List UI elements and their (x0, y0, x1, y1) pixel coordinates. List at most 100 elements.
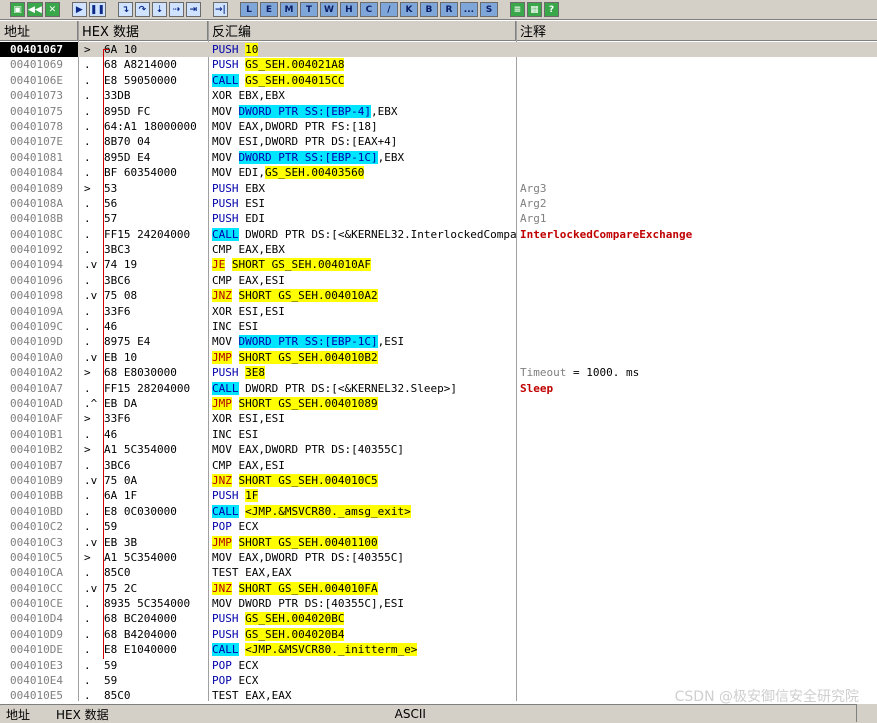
window-button-r[interactable]: R (439, 2, 458, 17)
disassembly-row[interactable]: 00401081. 895D E4 MOV DWORD PTR SS:[EBP-1… (0, 150, 877, 165)
restart-icon[interactable]: ◀◀ (27, 2, 43, 17)
row-comment (516, 504, 877, 519)
disassembly-token: PUSH (212, 58, 239, 72)
window-button-b[interactable]: B (419, 2, 438, 17)
window-button-m[interactable]: M (279, 2, 298, 17)
header-disassembly[interactable]: 反汇编 (208, 21, 516, 40)
disassembly-row[interactable]: 004010C5 > A1 5C354000 MOV EAX,DWORD PTR D… (0, 550, 877, 565)
disassembly-row[interactable]: 0040109A. 33F6 XOR ESI,ESI (0, 304, 877, 319)
window-button-slash[interactable]: / (379, 2, 398, 17)
disassembly-row[interactable]: 004010DE. E8 E1040000 CALL <JMP.&MSVCR80.… (0, 642, 877, 657)
row-comment (516, 550, 877, 565)
dump-header-ascii[interactable]: ASCII (389, 707, 426, 721)
window-button-more[interactable]: ... (459, 2, 478, 17)
disassembly-row[interactable]: 0040108B. 57 PUSH EDI Arg1 (0, 211, 877, 226)
disassembly-row[interactable]: 0040106E. E8 59050000 CALL GS_SEH.004015C… (0, 73, 877, 88)
row-jump-marker: > (84, 43, 91, 56)
window-button-h[interactable]: H (339, 2, 358, 17)
row-disassembly: MOV EAX,DWORD PTR DS:[40355C] (208, 442, 516, 457)
trace-into-icon[interactable]: ⇣ (151, 2, 167, 17)
disassembly-row[interactable]: 0040107E. 8B70 04 MOV ESI,DWORD PTR DS:[E… (0, 134, 877, 149)
list-icon[interactable]: ≡ (509, 2, 525, 17)
disassembly-row[interactable]: 004010A7. FF15 28204000 CALL DWORD PTR DS… (0, 381, 877, 396)
disassembly-row[interactable]: 004010B9 .v 75 0A JNZ SHORT GS_SEH.004010C5 (0, 473, 877, 488)
dump-header-address[interactable]: 地址 (0, 706, 30, 723)
disassembly-row[interactable]: 00401094 .v 74 19 JE SHORT GS_SEH.004010AF (0, 257, 877, 272)
disassembly-row[interactable]: 004010D9. 68 B4204000 PUSH GS_SEH.004020B… (0, 627, 877, 642)
dump-header-hex[interactable]: HEX 数据 (50, 706, 109, 723)
goto-icon[interactable]: →| (212, 2, 228, 17)
open-icon[interactable]: ▣ (10, 2, 25, 17)
disassembly-row[interactable]: 004010D4. 68 BC204000 PUSH GS_SEH.004020B… (0, 611, 877, 626)
grid-icon[interactable]: ▦ (526, 2, 542, 17)
step-into-icon[interactable]: ↴ (117, 2, 133, 17)
row-jump-marker: . (84, 273, 91, 287)
disassembly-row[interactable]: 00401092. 3BC3 CMP EAX,EBX (0, 242, 877, 257)
disassembly-row[interactable]: 004010A0 .v EB 10 JMP SHORT GS_SEH.004010B2 (0, 350, 877, 365)
disassembly-token: MOV EAX,DWORD PTR FS:[18] (212, 119, 378, 133)
disassembly-row[interactable]: 004010BB. 6A 1F PUSH 1F (0, 488, 877, 503)
disassembly-token: PUSH (212, 212, 239, 226)
disassembly-row[interactable]: 004010C3 .v EB 3B JMP SHORT GS_SEH.00401100 (0, 535, 877, 550)
disassembly-row[interactable]: 00401069. 68 A8214000 PUSH GS_SEH.004021A… (0, 57, 877, 72)
window-button-s[interactable]: S (479, 2, 498, 17)
disassembly-row[interactable]: 004010AF > 33F6 XOR ESI,ESI (0, 411, 877, 426)
row-comment (516, 273, 877, 288)
pause-icon[interactable]: ❚❚ (88, 2, 106, 17)
window-button-e[interactable]: E (259, 2, 278, 17)
disassembly-row[interactable]: 00401098 .v 75 08 JNZ SHORT GS_SEH.004010A2 (0, 288, 877, 303)
step-over-icon[interactable]: ↷ (134, 2, 150, 17)
disassembly-row[interactable]: 00401078. 64:A1 18000000 MOV EAX,DWORD PT… (0, 119, 877, 134)
disassembly-grid[interactable]: 00401067 > 6A 10 PUSH 10 00401069. 68 A8214… (0, 42, 877, 704)
disassembly-row[interactable]: 0040108C. FF15 24204000 CALL DWORD PTR DS… (0, 227, 877, 242)
disassembly-row[interactable]: 004010A2 > 68 E8030000 PUSH 3E8 Timeout = 1… (0, 365, 877, 380)
disassembly-row[interactable]: 00401067 > 6A 10 PUSH 10 (0, 42, 877, 58)
disassembly-row[interactable]: 004010B1. 46 INC ESI (0, 427, 877, 442)
scrollbar[interactable] (856, 704, 877, 722)
disassembly-row[interactable]: 004010B2 > A1 5C354000 MOV EAX,DWORD PTR D… (0, 442, 877, 457)
disassembly-token: MOV (212, 104, 239, 118)
disassembly-row[interactable]: 004010E3. 59 POP ECX (0, 658, 877, 673)
window-button-w[interactable]: W (319, 2, 338, 17)
row-hex-bytes: 75 0A (104, 473, 138, 487)
disassembly-row[interactable]: 0040109C. 46 INC ESI (0, 319, 877, 334)
window-button-t[interactable]: T (299, 2, 318, 17)
disassembly-row[interactable]: 00401075. 895D FC MOV DWORD PTR SS:[EBP-4… (0, 104, 877, 119)
execute-till-return-icon[interactable]: ⇥ (185, 2, 201, 17)
window-button-l[interactable]: L (239, 2, 258, 17)
row-comment: Arg1 (516, 211, 877, 226)
disassembly-row[interactable]: 004010AD .^ EB DA JMP SHORT GS_SEH.00401089 (0, 396, 877, 411)
disassembly-row[interactable]: 0040109D. 8975 E4 MOV DWORD PTR SS:[EBP-1… (0, 334, 877, 349)
disassembly-row[interactable]: 00401089 > 53 PUSH EBX Arg3 (0, 181, 877, 196)
row-disassembly: CALL <JMP.&MSVCR80._amsg_exit> (208, 504, 516, 519)
row-hex-bytes: 33F6 (104, 412, 131, 426)
disassembly-row[interactable]: 00401096. 3BC6 CMP EAX,ESI (0, 273, 877, 288)
disassembly-row[interactable]: 0040108A. 56 PUSH ESI Arg2 (0, 196, 877, 211)
disassembly-row[interactable]: 00401084. BF 60354000 MOV EDI,GS_SEH.0040… (0, 165, 877, 180)
row-jump-marker: > (84, 181, 91, 195)
row-hex-bytes: EB 3B (104, 535, 138, 549)
disassembly-row[interactable]: 004010BD. E8 0C030000 CALL <JMP.&MSVCR80.… (0, 504, 877, 519)
header-address[interactable]: 地址 (0, 21, 78, 40)
row-hex-bytes: 68 E8030000 (104, 366, 177, 380)
help-icon[interactable]: ? (543, 2, 559, 17)
row-disassembly: MOV DWORD PTR SS:[EBP-1C],EBX (208, 150, 516, 165)
close-icon[interactable]: ✕ (44, 2, 60, 17)
window-button-k[interactable]: K (399, 2, 418, 17)
row-disassembly: POP ECX (208, 658, 516, 673)
disassembly-row[interactable]: 004010CE. 8935 5C354000 MOV DWORD PTR DS:… (0, 596, 877, 611)
run-icon[interactable]: ▶ (71, 2, 87, 17)
disassembly-row[interactable]: 004010CC .v 75 2C JNZ SHORT GS_SEH.004010FA (0, 581, 877, 596)
row-comment: Sleep (516, 381, 877, 396)
trace-over-icon[interactable]: ⇢ (168, 2, 184, 17)
header-hex[interactable]: HEX 数据 (78, 21, 208, 40)
window-button-c[interactable]: C (359, 2, 378, 17)
disassembly-row[interactable]: 004010B7. 3BC6 CMP EAX,ESI (0, 458, 877, 473)
row-address: 00401069 (10, 58, 63, 72)
disassembly-row[interactable]: 00401073. 33DB XOR EBX,EBX (0, 88, 877, 103)
disassembly-row[interactable]: 004010C2. 59 POP ECX (0, 519, 877, 534)
header-comment[interactable]: 注释 (516, 21, 877, 40)
disassembly-row[interactable]: 004010CA. 85C0 TEST EAX,EAX (0, 565, 877, 580)
row-address: 004010E5 (10, 689, 63, 703)
disassembly-token: MOV EAX,DWORD PTR DS:[40355C] (212, 550, 405, 564)
